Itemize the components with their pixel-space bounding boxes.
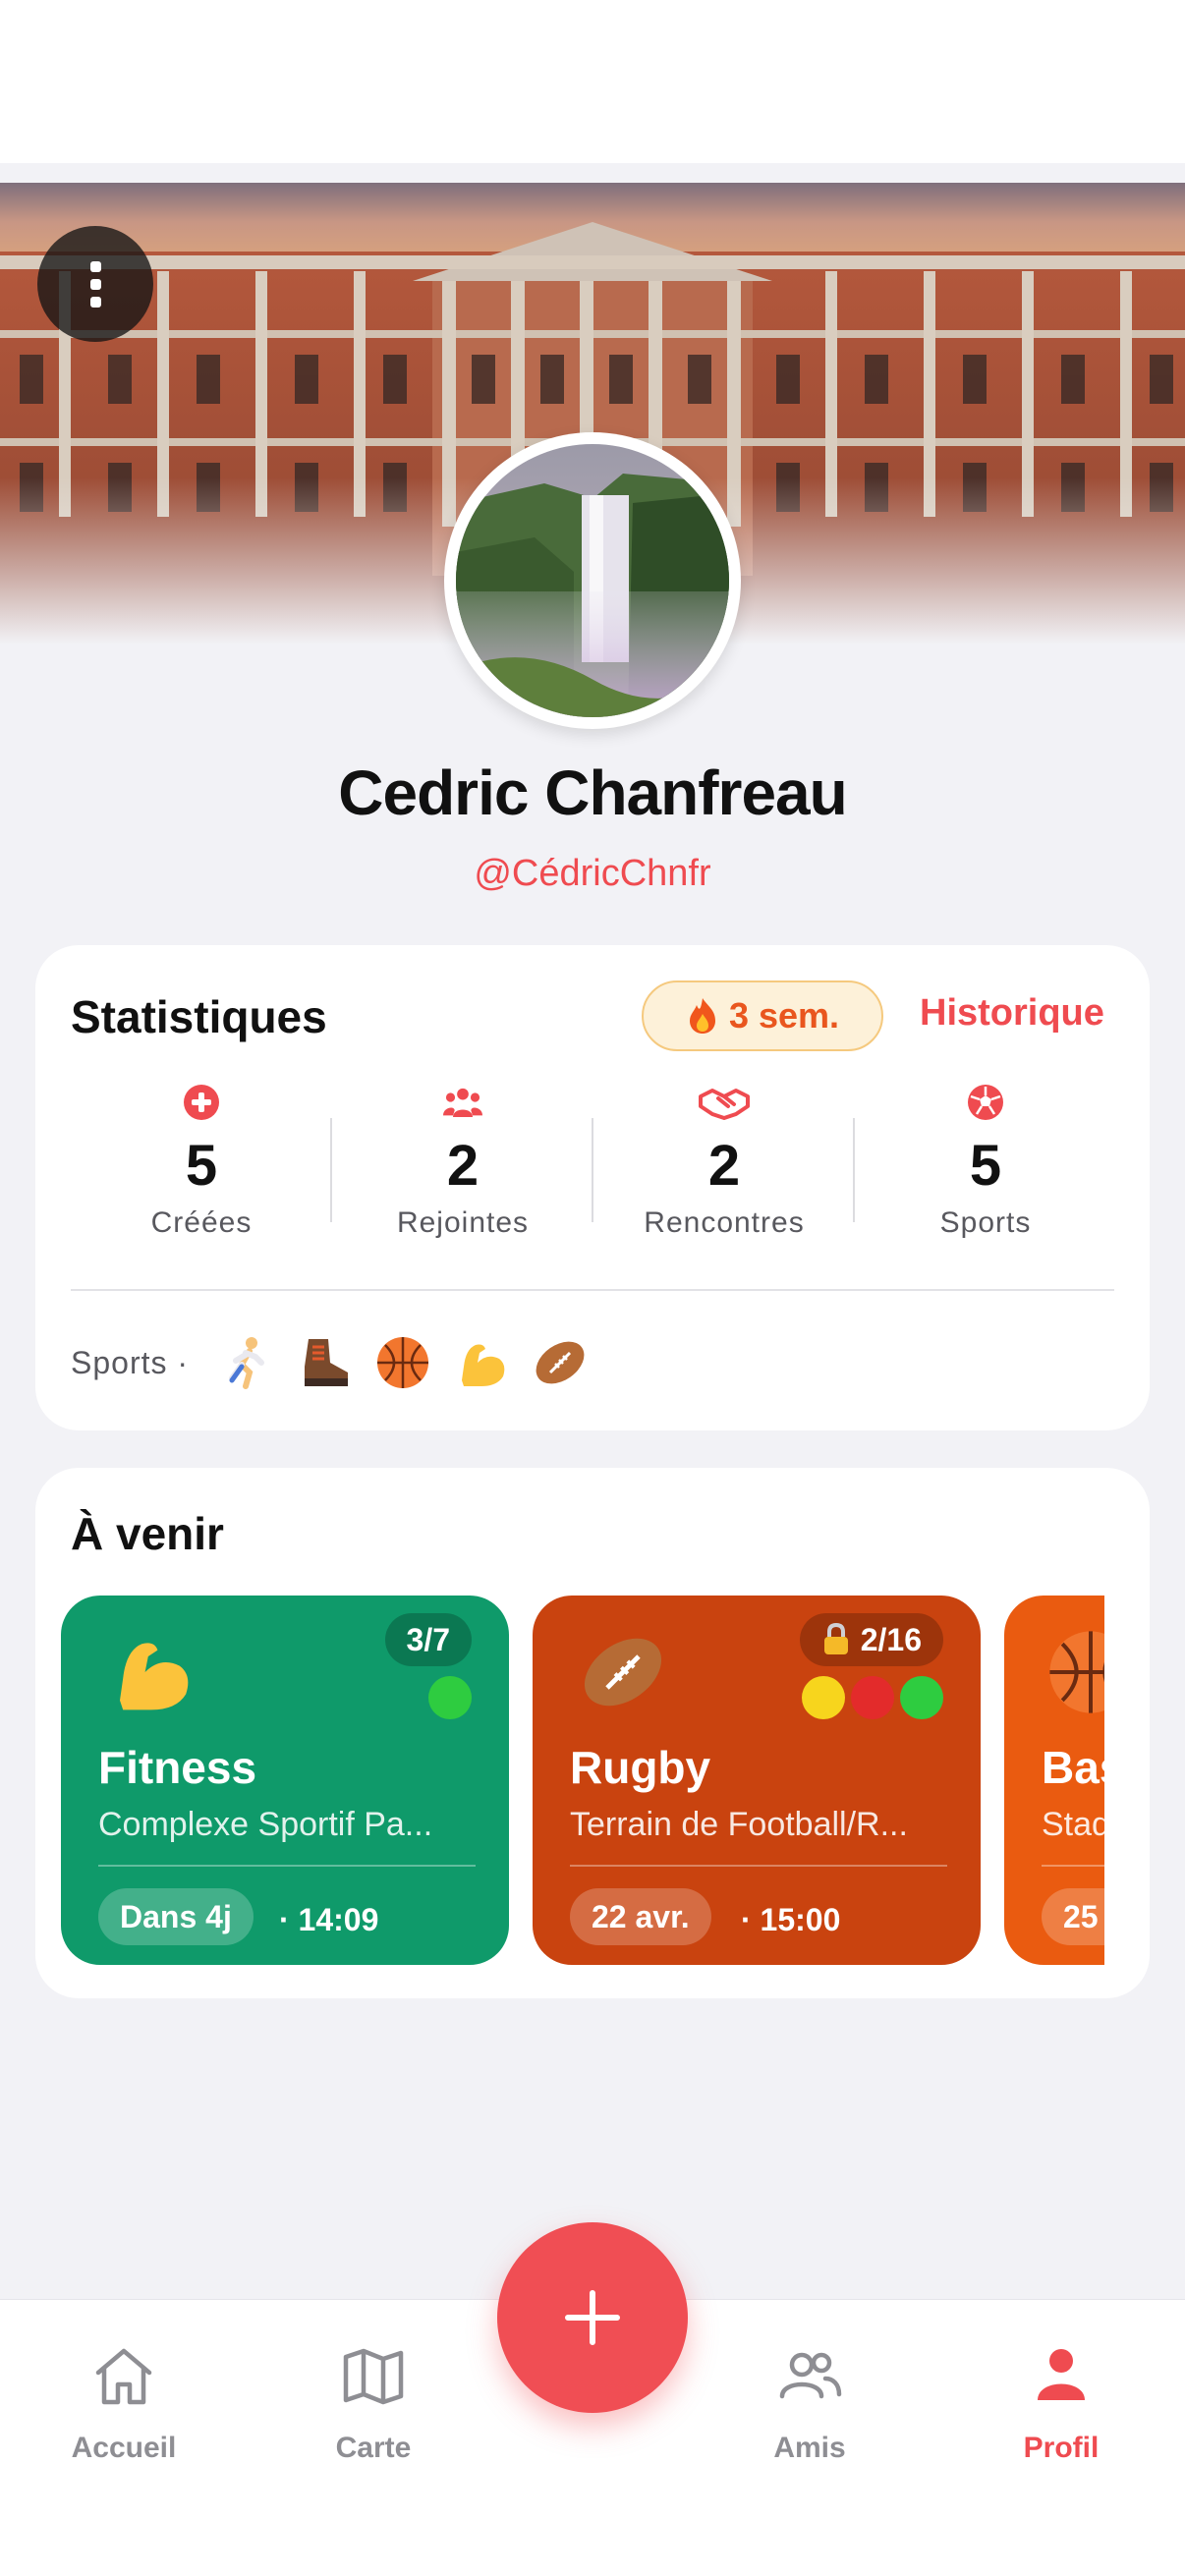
streak-badge[interactable]: 3 sem. <box>642 980 883 1051</box>
level-dot-green <box>900 1676 943 1719</box>
tab-accueil[interactable]: Accueil <box>26 2341 222 2465</box>
event-title: Basketball <box>1042 1742 1104 1793</box>
history-link[interactable]: Historique <box>920 992 1104 1035</box>
level-dot-yellow <box>802 1676 845 1719</box>
event-title: Fitness <box>98 1742 257 1793</box>
events-carousel[interactable]: 3/7 Fitness Complexe Sportif Pa... Dans … <box>61 1596 1104 1965</box>
map-icon <box>343 2348 404 2405</box>
tab-label: Accueil <box>71 2432 177 2464</box>
basketball-emoji <box>1049 1631 1104 1713</box>
participants-count: 2/16 <box>860 1621 922 1657</box>
lock-icon <box>823 1623 848 1654</box>
group-icon <box>443 1088 482 1117</box>
event-card-rugby[interactable]: 2/16 Rugby Terrain de Football/R... 22 a… <box>533 1596 981 1965</box>
stats-card: Statistiques 3 sem. Historique 5 Créées … <box>35 945 1150 1430</box>
sports-label: Sports · <box>71 1344 190 1380</box>
event-time: · 14:09 <box>279 1902 379 1937</box>
rugby-ball-emoji <box>536 1341 585 1384</box>
sports-list: Sports · <box>71 1328 609 1397</box>
profile-name: Cedric Chanfreau <box>338 757 847 828</box>
soccer-ball-icon <box>968 1085 1003 1120</box>
level-dot-green <box>428 1676 472 1719</box>
tab-carte[interactable]: Carte <box>275 2341 472 2465</box>
streak-label: 3 sem. <box>728 995 840 1036</box>
handshake-icon <box>699 1089 750 1120</box>
plus-icon <box>565 2290 620 2345</box>
event-location: Complexe Sportif Pa... <box>98 1806 433 1843</box>
stat-value: 5 <box>969 1134 1002 1198</box>
waterfall-avatar-image <box>456 444 729 717</box>
stat-label: Sports <box>939 1206 1032 1239</box>
stat-joined: 2 Rejointes <box>332 1083 593 1240</box>
event-date-badge: 25 avr. <box>1042 1888 1104 1945</box>
event-card-basketball[interactable]: Basketball Stade 25 avr. <box>1004 1596 1104 1965</box>
upcoming-title: À venir <box>71 1508 224 1559</box>
participants-badge: 3/7 <box>384 1613 472 1666</box>
more-vertical-icon <box>89 260 101 272</box>
tab-amis[interactable]: Amis <box>711 2341 908 2465</box>
basketball-emoji <box>377 1337 429 1388</box>
event-title: Rugby <box>570 1742 711 1793</box>
home-icon <box>95 2348 152 2405</box>
level-dot-red <box>851 1676 894 1719</box>
divider <box>71 1289 1114 1291</box>
status-bar-area <box>0 0 1185 163</box>
participants-badge: 2/16 <box>799 1613 943 1666</box>
stat-sports: 5 Sports <box>855 1083 1116 1240</box>
stat-created: 5 Créées <box>71 1083 332 1240</box>
tab-profil[interactable]: Profil <box>963 2341 1159 2465</box>
tab-label: Amis <box>773 2432 846 2464</box>
stat-value: 2 <box>707 1134 741 1198</box>
stat-meetings: 2 Rencontres <box>593 1083 855 1240</box>
stat-value: 2 <box>446 1134 480 1198</box>
event-location: Terrain de Football/R... <box>570 1806 908 1843</box>
event-time: · 15:00 <box>741 1902 841 1937</box>
tab-label: Carte <box>335 2432 412 2464</box>
stat-label: Rencontres <box>644 1206 805 1239</box>
stat-value: 5 <box>185 1134 218 1198</box>
participants-count: 3/7 <box>406 1621 450 1657</box>
profile-handle: @CédricChnfr <box>474 853 711 894</box>
stat-label: Créées <box>150 1206 253 1239</box>
hiking-boot-emoji <box>305 1339 349 1386</box>
rugby-ball-emoji <box>584 1638 662 1707</box>
event-location: Stade <box>1042 1806 1104 1843</box>
divider <box>98 1865 476 1867</box>
runner-emoji <box>229 1337 265 1389</box>
event-date-badge: 22 avr. <box>570 1888 711 1945</box>
flexed-biceps-emoji <box>462 1344 505 1386</box>
upcoming-card: À venir 3/7 Fitness Complexe Sportif Pa.… <box>35 1468 1150 1998</box>
plus-circle-icon <box>184 1085 219 1120</box>
stat-label: Rejointes <box>396 1206 530 1239</box>
profile-icon <box>1038 2349 1085 2400</box>
stats-title: Statistiques <box>71 991 327 1042</box>
create-activity-button[interactable] <box>497 2222 688 2413</box>
level-dots <box>428 1676 472 1719</box>
fire-icon <box>689 998 715 1034</box>
more-options-button[interactable] <box>37 226 153 342</box>
divider <box>570 1865 947 1867</box>
flexed-biceps-emoji <box>120 1643 189 1710</box>
friends-icon <box>779 2352 842 2399</box>
level-dots <box>802 1676 943 1719</box>
tab-label: Profil <box>1023 2432 1100 2464</box>
avatar[interactable] <box>444 432 741 729</box>
event-date-badge: Dans 4j <box>98 1888 254 1945</box>
event-card-fitness[interactable]: 3/7 Fitness Complexe Sportif Pa... Dans … <box>61 1596 509 1965</box>
divider <box>1042 1865 1104 1867</box>
